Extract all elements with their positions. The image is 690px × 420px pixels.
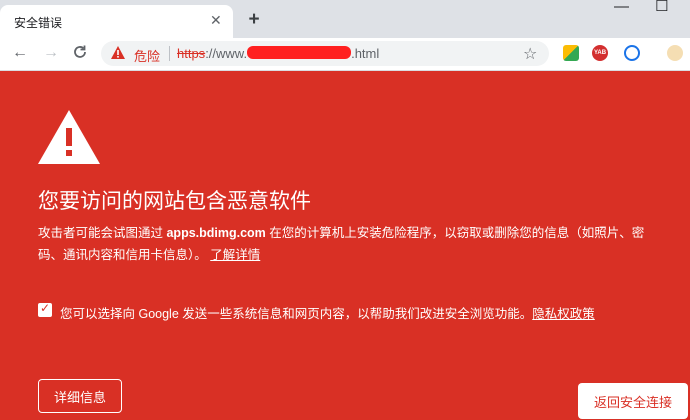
learn-more-link[interactable]: 了解详情 — [210, 248, 260, 262]
minimize-icon[interactable]: — — [614, 0, 629, 14]
reload-icon[interactable] — [72, 44, 88, 65]
back-to-safety-button[interactable]: 返回安全连接 — [578, 383, 688, 419]
yab-extension-icon[interactable]: YAB — [592, 45, 608, 61]
browser-toolbar: ← → 危险 https://www. .html ☆ YAB — [0, 38, 690, 71]
forward-icon[interactable]: → — [43, 44, 59, 62]
redacted-url-segment — [247, 46, 352, 59]
bookmark-star-icon[interactable]: ☆ — [523, 44, 537, 64]
tab-title: 安全错误 — [14, 16, 63, 30]
maximize-icon[interactable]: ☐ — [655, 0, 668, 14]
privacy-policy-link[interactable]: 隐私权政策 — [532, 307, 595, 321]
address-bar[interactable]: 危险 https://www. .html ☆ — [101, 41, 549, 66]
active-tab[interactable]: 安全错误 ✕ — [0, 5, 233, 38]
url-suffix: .html — [351, 46, 380, 61]
optin-checkbox[interactable]: ✓ — [38, 301, 52, 317]
url-text[interactable]: https://www. .html — [177, 46, 379, 61]
danger-warning-icon — [111, 46, 125, 59]
checkmark-icon: ✓ — [40, 301, 51, 315]
omnibox-divider — [169, 46, 170, 61]
url-protocol: https — [177, 46, 206, 61]
optin-text: 您可以选择向 Google 发送一些系统信息和网页内容，以帮助我们改进安全浏览功… — [60, 307, 533, 321]
details-button[interactable]: 详细信息 — [38, 379, 122, 413]
malware-warning-icon — [38, 110, 100, 164]
block-extension-icon[interactable] — [624, 45, 640, 61]
url-host: ://www. — [205, 46, 248, 61]
optin-label: 您可以选择向 Google 发送一些系统信息和网页内容，以帮助我们改进安全浏览功… — [60, 303, 595, 322]
tab-strip: 安全错误 ✕ + — ☐ — [0, 0, 690, 38]
desc-prefix: 攻击者可能会试图通过 — [38, 226, 167, 240]
malicious-domain: apps.bdimg.com — [166, 226, 266, 240]
security-state-label[interactable]: 危险 — [134, 46, 160, 65]
close-tab-icon[interactable]: ✕ — [210, 12, 222, 29]
new-tab-button[interactable]: + — [241, 9, 267, 31]
color-extension-icon[interactable] — [563, 45, 579, 61]
page-title: 您要访问的网站包含恶意软件 — [38, 190, 311, 213]
back-icon[interactable]: ← — [12, 44, 28, 62]
avatar-extension-icon[interactable] — [667, 45, 683, 61]
warning-description: 攻击者可能会试图通过 apps.bdimg.com 在您的计算机上安装危险程序，… — [38, 222, 668, 266]
